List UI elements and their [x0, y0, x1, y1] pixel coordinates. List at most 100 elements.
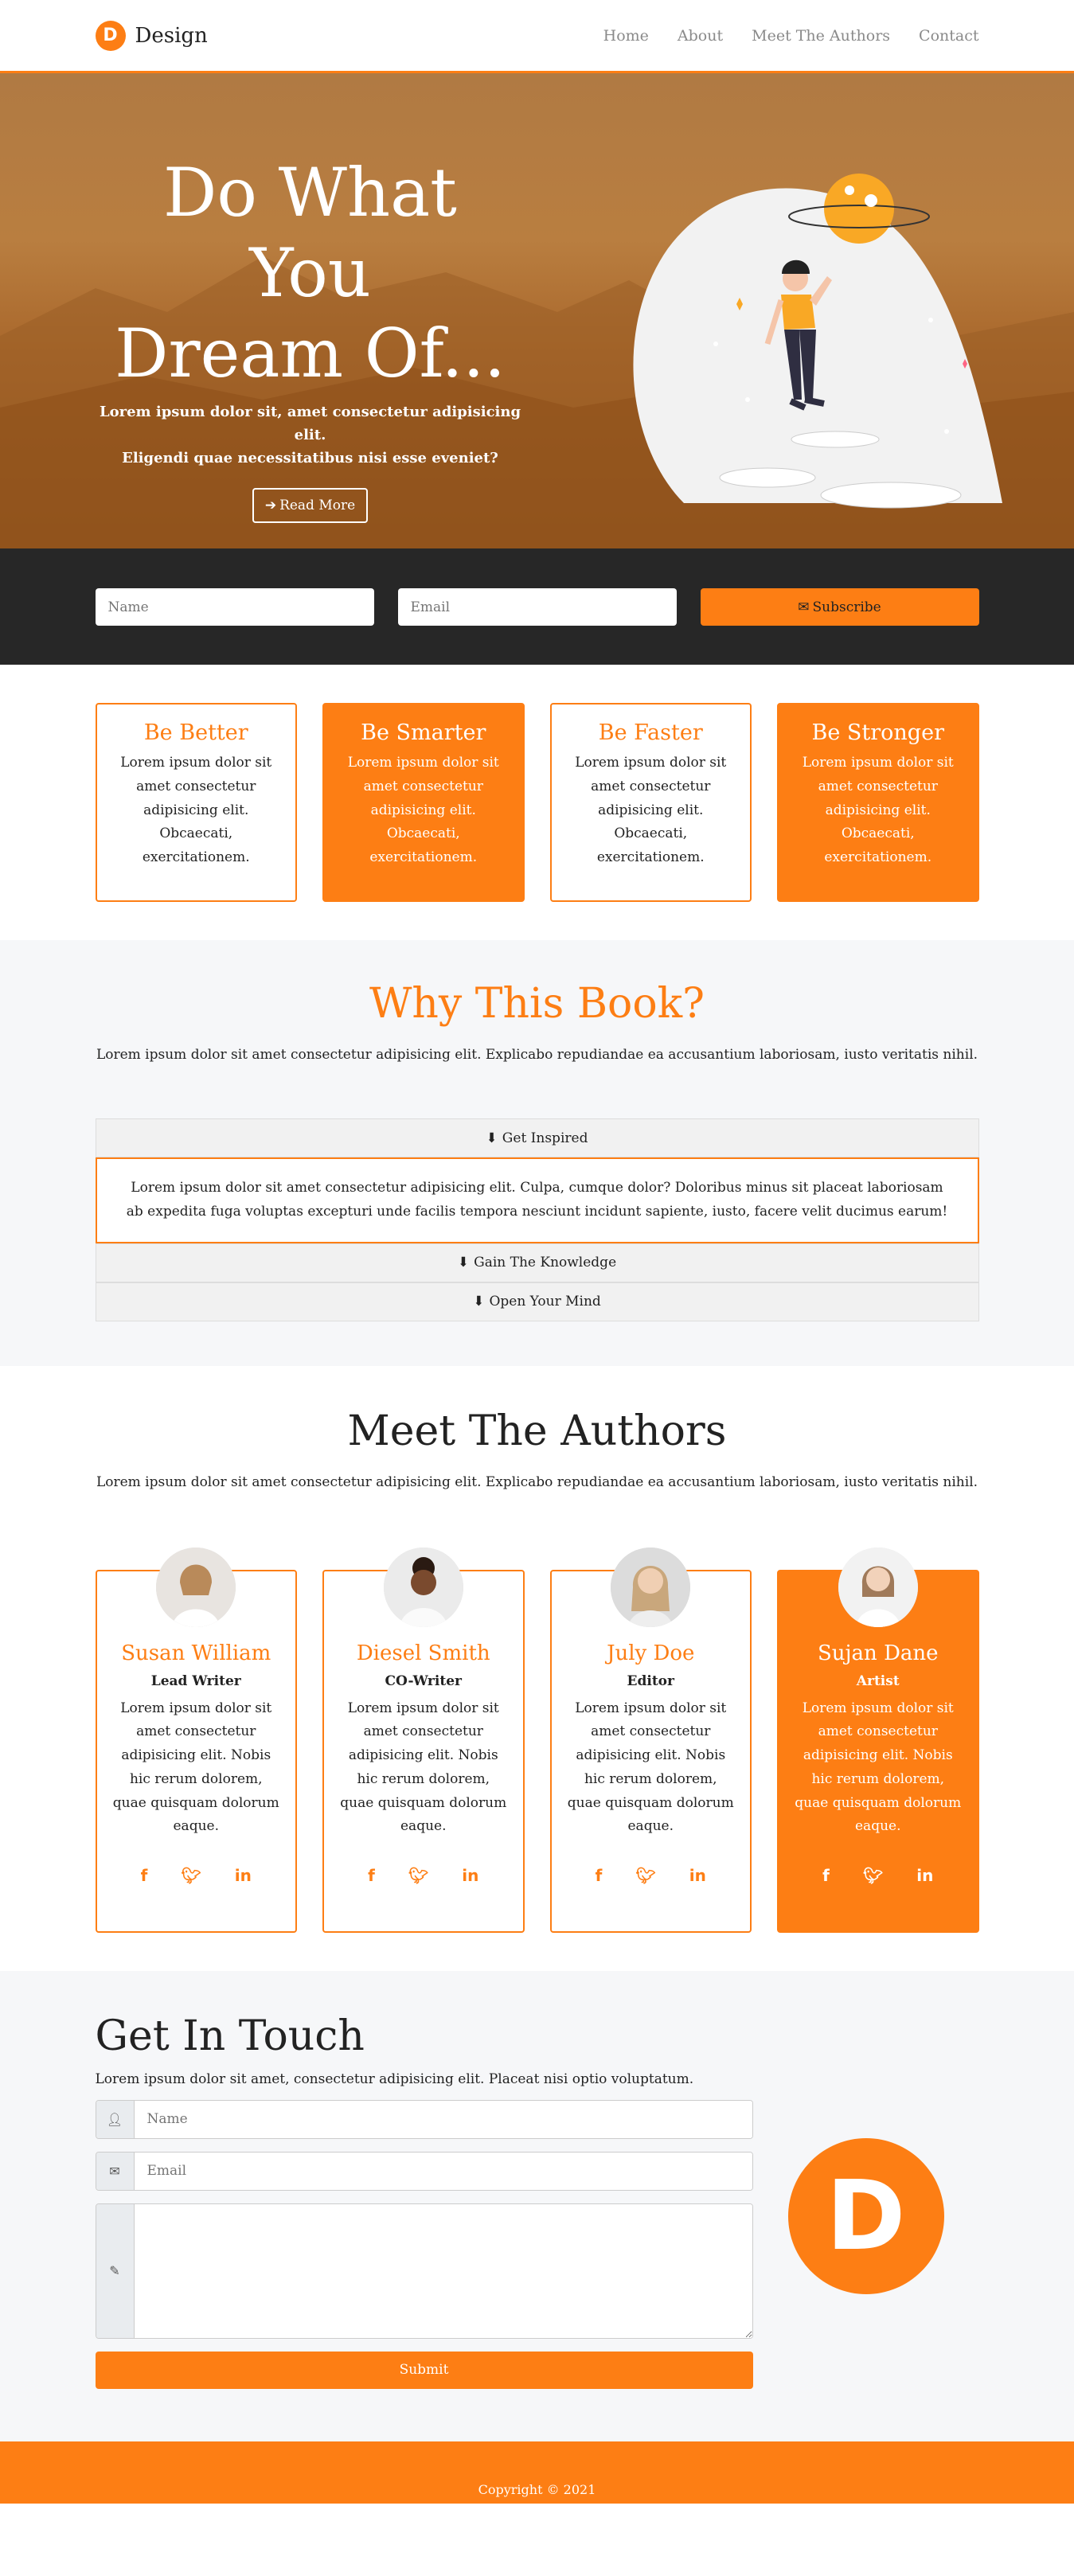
author-name: Susan William [121, 1641, 271, 1665]
feature-title: Be Faster [598, 720, 703, 745]
feature-text: Lorem ipsum dolor sit amet consectetur a… [575, 755, 727, 865]
author-name: Sujan Dane [817, 1641, 939, 1665]
feature-text: Lorem ipsum dolor sit amet consectetur a… [802, 755, 954, 865]
author-bio: Lorem ipsum dolor sit amet consectetur a… [795, 1700, 962, 1835]
envelope-open-icon: ✉ [798, 599, 810, 615]
authors-section: Meet The Authors Lorem ipsum dolor sit a… [0, 1365, 1074, 1971]
dreamer-illustration [633, 174, 1002, 509]
accordion-label: Get Inspired [502, 1130, 588, 1146]
hero-title-line1: Do What You [163, 154, 457, 312]
linkedin-icon[interactable]: in [689, 1866, 706, 1885]
arrow-right-icon: ➔ [264, 497, 277, 513]
hero-subtitle-line1: Lorem ipsum dolor sit, amet consectetur … [99, 404, 521, 444]
arrow-circle-down-icon: ⬇ [486, 1130, 498, 1146]
author-role: Lead Writer [150, 1672, 241, 1689]
author-card: Sujan Dane Artist Lorem ipsum dolor sit … [777, 1547, 979, 1933]
contact-email-input[interactable] [134, 2152, 752, 2190]
linkedin-icon[interactable]: in [462, 1866, 478, 1885]
subscribe-email-input[interactable] [397, 588, 677, 626]
authors-lead: Lorem ipsum dolor sit amet consectetur a… [96, 1473, 978, 1490]
feature-card-smarter: Be Smarter Lorem ipsum dolor sit amet co… [322, 703, 525, 902]
author-card: Susan William Lead Writer Lorem ipsum do… [95, 1547, 297, 1933]
email-input-group: ✉ [95, 2151, 753, 2191]
submit-button[interactable]: Submit [95, 2351, 753, 2389]
accordion-header-get-inspired[interactable]: ⬇ Get Inspired [95, 1118, 979, 1157]
contact-message-textarea[interactable] [134, 2203, 752, 2338]
user-icon: 👤︎ [96, 2100, 135, 2138]
accordion-header-open-mind[interactable]: ⬇ Open Your Mind [95, 1282, 979, 1321]
subscribe-section: ✉ Subscribe [0, 548, 1074, 665]
envelope-icon: ✉ [96, 2152, 135, 2190]
why-section: Why This Book? Lorem ipsum dolor sit ame… [0, 940, 1074, 1366]
twitter-icon[interactable]: 🐦︎ [408, 1866, 428, 1885]
pencil-icon: ✎ [96, 2203, 135, 2338]
arrow-circle-down-icon: ⬇ [473, 1294, 485, 1309]
authors-title: Meet The Authors [347, 1407, 727, 1455]
brand-logo-icon: D [95, 20, 126, 51]
contact-section: Get In Touch Lorem ipsum dolor sit amet,… [0, 1970, 1074, 2441]
brand-logo-large: D [787, 2138, 944, 2294]
contact-name-input[interactable] [134, 2100, 752, 2138]
author-bio: Lorem ipsum dolor sit amet consectetur a… [567, 1700, 734, 1835]
avatar [611, 1547, 691, 1627]
twitter-icon[interactable]: 🐦︎ [635, 1866, 655, 1885]
subscribe-button-label: Subscribe [812, 599, 881, 615]
author-name: Diesel Smith [356, 1641, 490, 1665]
hero-subtitle-line2: Eligendi quae necessitatibus nisi esse e… [122, 449, 498, 466]
facebook-icon[interactable]: f [141, 1866, 148, 1885]
hero-title-line2: Dream Of... [115, 314, 506, 392]
facebook-icon[interactable]: f [596, 1866, 603, 1885]
brand-link[interactable]: D Design [95, 20, 208, 51]
linkedin-icon[interactable]: in [916, 1866, 933, 1885]
author-name: July Doe [607, 1641, 695, 1665]
subscribe-button[interactable]: ✉ Subscribe [700, 588, 979, 626]
accordion-label: Open Your Mind [489, 1294, 601, 1309]
twitter-icon[interactable]: 🐦︎ [181, 1866, 201, 1885]
feature-card-stronger: Be Stronger Lorem ipsum dolor sit amet c… [777, 703, 979, 902]
avatar [156, 1547, 236, 1627]
nav-link-contact[interactable]: Contact [919, 27, 978, 45]
contact-title: Get In Touch [95, 2012, 365, 2060]
author-role: Editor [627, 1672, 674, 1689]
facebook-icon[interactable]: f [368, 1866, 375, 1885]
arrow-circle-down-icon: ⬇ [457, 1255, 470, 1270]
feature-card-faster: Be Faster Lorem ipsum dolor sit amet con… [549, 703, 752, 902]
features-section: Be Better Lorem ipsum dolor sit amet con… [0, 665, 1074, 940]
hero-subtitle: Lorem ipsum dolor sit, amet consectetur … [96, 401, 525, 470]
feature-text: Lorem ipsum dolor sit amet consectetur a… [120, 755, 272, 865]
read-more-button[interactable]: ➔ Read More [252, 487, 369, 523]
feature-title: Be Stronger [811, 720, 944, 745]
hero-title: Do What You Dream Of... [96, 153, 525, 393]
accordion-label: Gain The Knowledge [474, 1255, 617, 1270]
facebook-icon[interactable]: f [822, 1866, 830, 1885]
accordion-header-gain-knowledge[interactable]: ⬇ Gain The Knowledge [95, 1243, 979, 1282]
feature-text: Lorem ipsum dolor sit amet consectetur a… [347, 755, 499, 865]
nav-link-about[interactable]: About [678, 27, 723, 45]
hero-section: Do What You Dream Of... Lorem ipsum dolo… [0, 73, 1074, 548]
name-input-group: 👤︎ [95, 2099, 753, 2139]
accordion-body: Lorem ipsum dolor sit amet consectetur a… [95, 1157, 979, 1243]
feature-title: Be Smarter [361, 720, 486, 745]
feature-title: Be Better [143, 720, 248, 745]
message-input-group: ✎ [95, 2203, 753, 2339]
author-card: July Doe Editor Lorem ipsum dolor sit am… [549, 1547, 752, 1933]
linkedin-icon[interactable]: in [235, 1866, 252, 1885]
author-card: Diesel Smith CO-Writer Lorem ipsum dolor… [322, 1547, 525, 1933]
nav-links: Home About Meet The Authors Contact [603, 27, 979, 45]
twitter-icon[interactable]: 🐦︎ [863, 1866, 883, 1885]
author-role: Artist [856, 1672, 900, 1689]
brand-name: Design [135, 23, 208, 48]
author-role: CO-Writer [385, 1672, 462, 1689]
nav-link-authors[interactable]: Meet The Authors [752, 27, 890, 45]
nav-link-home[interactable]: Home [603, 27, 649, 45]
feature-card-better: Be Better Lorem ipsum dolor sit amet con… [95, 703, 297, 902]
contact-lead: Lorem ipsum dolor sit amet, consectetur … [95, 2071, 694, 2087]
copyright-text: Copyright © 2021 [478, 2481, 596, 2497]
subscribe-name-input[interactable] [95, 588, 374, 626]
navbar: D Design Home About Meet The Authors Con… [0, 0, 1074, 73]
avatar [383, 1547, 463, 1627]
why-title: Why This Book? [369, 980, 705, 1028]
read-more-label: Read More [279, 497, 356, 513]
footer: Copyright © 2021 [0, 2441, 1074, 2504]
author-bio: Lorem ipsum dolor sit amet consectetur a… [340, 1700, 507, 1835]
